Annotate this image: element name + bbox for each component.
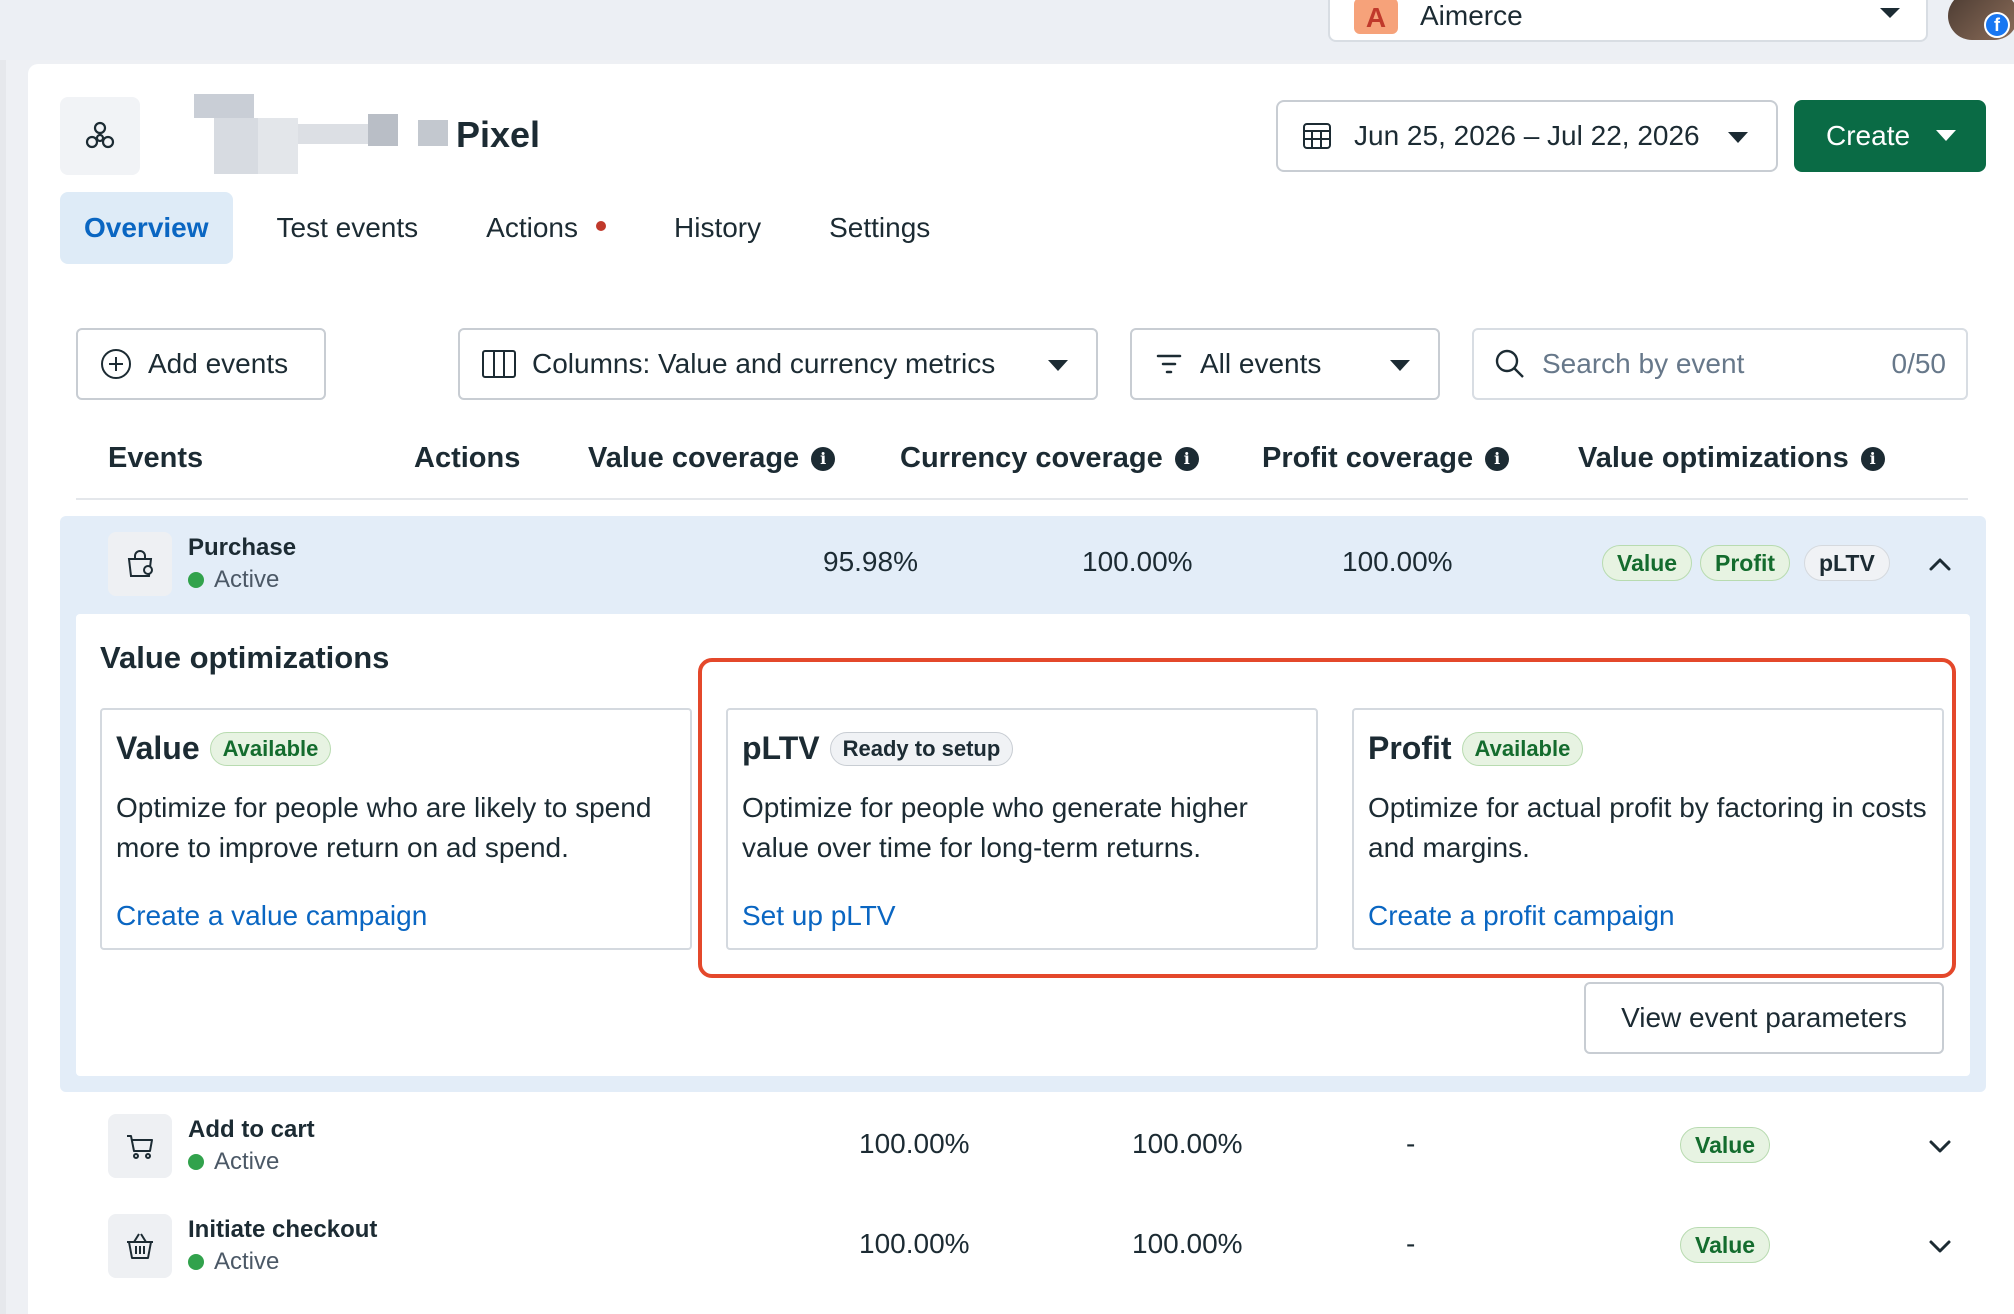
event-status: Active <box>188 566 279 594</box>
value-pill: Value <box>1680 1127 1771 1163</box>
add-events-button[interactable]: Add events <box>76 328 326 400</box>
redacted-name <box>194 94 448 174</box>
event-name: Purchase <box>188 534 297 561</box>
value-coverage-cell: 100.00% <box>859 1128 970 1159</box>
column-value-coverage: Value coverage i <box>588 442 836 475</box>
column-actions: Actions <box>414 442 521 474</box>
view-event-parameters-button[interactable]: View event parameters <box>1584 982 1944 1054</box>
tab-actions[interactable]: Actions <box>462 192 630 264</box>
search-box[interactable]: 0/50 <box>1472 328 1968 400</box>
value-coverage-cell: 100.00% <box>859 1228 970 1259</box>
status-badge: Available <box>209 731 332 766</box>
event-status: Active <box>188 1248 279 1276</box>
chevron-down-icon[interactable] <box>1922 1228 1958 1264</box>
value-option-card: Value Available Optimize for people who … <box>100 708 692 950</box>
create-button[interactable]: Create <box>1794 100 1986 172</box>
table-header: Events Actions Value coverage i Currency … <box>76 416 1968 500</box>
caret-down-icon <box>1936 130 1956 141</box>
facebook-icon: f <box>1984 12 2010 38</box>
left-edge <box>0 60 6 1314</box>
info-icon[interactable]: i <box>1174 446 1199 471</box>
status-dot <box>188 572 204 588</box>
pixel-icon <box>60 97 140 175</box>
date-range-picker[interactable]: Jun 25, 2026 – Jul 22, 2026 <box>1276 100 1778 172</box>
event-status: Active <box>188 1148 279 1176</box>
option-description: Optimize for people who are likely to sp… <box>116 792 652 863</box>
chevron-up-icon[interactable] <box>1922 546 1958 582</box>
plus-circle-icon <box>101 349 131 379</box>
highlight-annotation <box>698 658 1956 978</box>
column-value-optimizations: Value optimizations i <box>1578 442 1885 475</box>
event-filter-dropdown[interactable]: All events <box>1130 328 1440 400</box>
shopping-bag-icon <box>108 532 172 596</box>
value-optimizations-title: Value optimizations <box>100 640 390 675</box>
calendar-icon <box>1303 123 1331 149</box>
date-range-label: Jun 25, 2026 – Jul 22, 2026 <box>1354 120 1700 151</box>
status-dot <box>188 1154 204 1170</box>
column-profit-coverage: Profit coverage i <box>1262 442 1510 475</box>
account-name: Aimerce <box>1420 0 1523 31</box>
status-dot <box>188 1254 204 1270</box>
value-coverage-cell: 95.98% <box>823 546 918 577</box>
search-icon <box>1495 349 1524 378</box>
info-icon[interactable]: i <box>1860 446 1885 471</box>
tab-test-events[interactable]: Test events <box>253 192 443 264</box>
notification-dot <box>596 221 606 231</box>
tab-bar: Overview Test events Actions History Set… <box>60 192 974 264</box>
tab-history[interactable]: History <box>650 192 785 264</box>
value-pill: Value <box>1680 1227 1771 1263</box>
columns-icon <box>482 350 516 378</box>
create-value-campaign-link[interactable]: Create a value campaign <box>116 900 427 932</box>
cart-icon <box>108 1114 172 1178</box>
columns-dropdown[interactable]: Columns: Value and currency metrics <box>458 328 1098 400</box>
caret-down-icon <box>1048 360 1068 371</box>
profit-coverage-cell: - <box>1406 1128 1416 1159</box>
table-row[interactable]: Add to cart Active 100.00% 100.00% - Val… <box>60 1098 1986 1194</box>
create-button-label: Create <box>1826 120 1911 151</box>
filter-icon <box>1156 354 1182 374</box>
table-row[interactable]: Initiate checkout Active 100.00% 100.00%… <box>60 1198 1986 1294</box>
info-icon[interactable]: i <box>1485 446 1510 471</box>
info-icon[interactable]: i <box>811 446 836 471</box>
caret-down-icon <box>1390 360 1410 371</box>
event-name: Initiate checkout <box>188 1216 378 1243</box>
search-input[interactable] <box>1542 348 1842 380</box>
option-title: Value <box>116 730 200 766</box>
tab-settings[interactable]: Settings <box>805 192 954 264</box>
account-selector[interactable]: A Aimerce <box>1328 0 1928 42</box>
search-count: 0/50 <box>1891 348 1947 379</box>
pltv-pill: pLTV <box>1804 545 1890 581</box>
page-title: Pixel <box>456 114 541 155</box>
chevron-down-icon[interactable] <box>1922 1128 1958 1164</box>
table-row[interactable]: Purchase Active 95.98% 100.00% 100.00% V… <box>60 516 1986 612</box>
currency-coverage-cell: 100.00% <box>1082 546 1193 577</box>
account-avatar: A <box>1354 0 1398 34</box>
currency-coverage-cell: 100.00% <box>1132 1228 1243 1259</box>
value-pill: Value <box>1602 545 1693 581</box>
column-currency-coverage: Currency coverage i <box>900 442 1199 475</box>
column-events: Events <box>108 442 204 474</box>
profit-pill: Profit <box>1700 545 1791 581</box>
currency-coverage-cell: 100.00% <box>1132 1128 1243 1159</box>
tab-overview[interactable]: Overview <box>60 192 233 264</box>
profit-coverage-cell: - <box>1406 1228 1416 1259</box>
profit-coverage-cell: 100.00% <box>1342 546 1453 577</box>
caret-down-icon <box>1728 132 1748 143</box>
caret-down-icon <box>1880 8 1900 18</box>
basket-icon <box>108 1214 172 1278</box>
event-name: Add to cart <box>188 1116 315 1143</box>
